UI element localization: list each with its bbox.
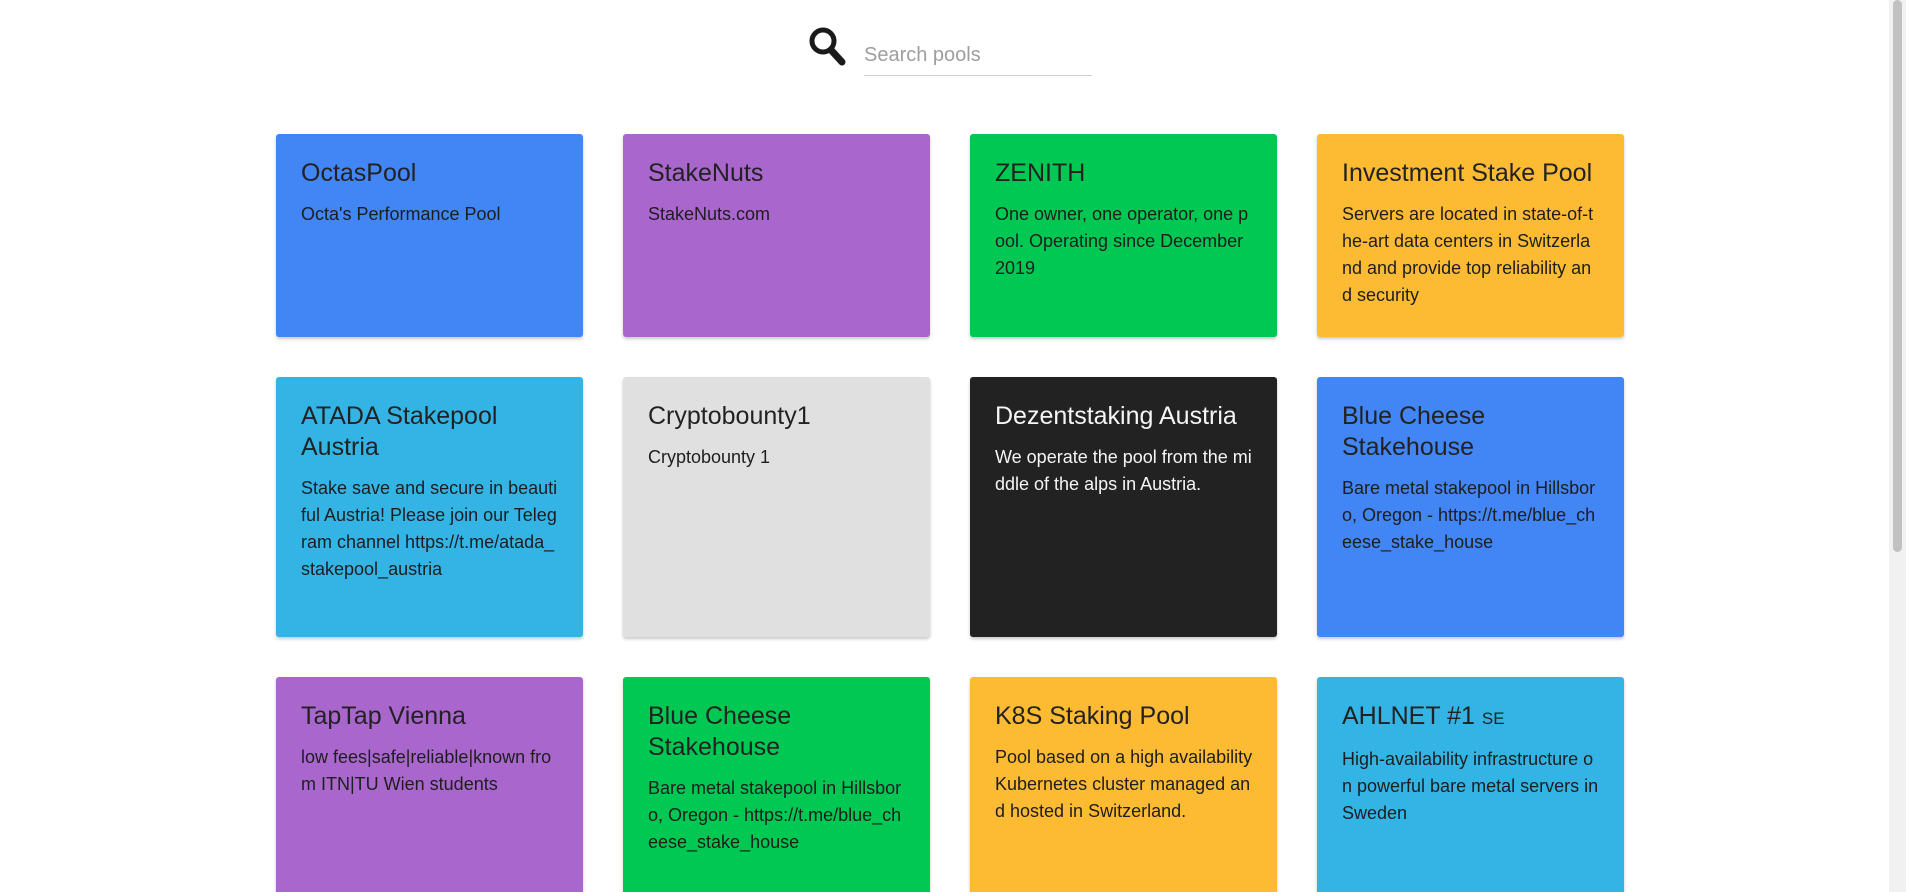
pool-description: Pool based on a high availability Kubern… (995, 747, 1253, 821)
pool-description: Servers are located in state-of-the-art … (1342, 204, 1594, 305)
pool-description: High-availability infrastructure on powe… (1342, 749, 1599, 823)
scrollbar-thumb[interactable] (1893, 0, 1902, 552)
pool-description: We operate the pool from the middle of t… (995, 447, 1252, 494)
pool-grid: OctasPool Octa's Performance Pool StakeN… (276, 134, 1624, 892)
pool-description: Bare metal stakepool in Hillsboro, Orego… (1342, 478, 1596, 552)
pool-description: StakeNuts.com (648, 204, 771, 224)
pool-title: ATADA Stakepool Austria (301, 402, 498, 461)
pool-card[interactable]: StakeNuts StakeNuts.com (623, 134, 930, 337)
pool-description: Octa's Performance Pool (301, 204, 501, 224)
pool-title: Cryptobounty1 (648, 402, 811, 430)
pool-title: ZENITH (995, 159, 1086, 187)
pool-card[interactable]: ATADA Stakepool Austria Stake save and s… (276, 377, 583, 637)
pool-title: TapTap Vienna (301, 702, 466, 730)
pool-title: OctasPool (301, 159, 417, 187)
pool-title: Investment Stake Pool (1342, 159, 1593, 187)
country-code: SE (1481, 709, 1505, 728)
pool-card[interactable]: Cryptobounty1 Cryptobounty 1 (623, 377, 930, 637)
pool-card[interactable]: ZENITH One owner, one operator, one pool… (970, 134, 1277, 337)
pool-title: Blue Cheese Stakehouse (648, 702, 792, 761)
pool-card[interactable]: OctasPool Octa's Performance Pool (276, 134, 583, 337)
page: OctasPool Octa's Performance Pool StakeN… (0, 0, 1906, 892)
pool-card[interactable]: TapTap Vienna low fees|safe|reliable|kno… (276, 677, 583, 892)
pool-title: K8S Staking Pool (995, 702, 1190, 730)
pool-card[interactable]: Blue Cheese Stakehouse Bare metal stakep… (623, 677, 930, 892)
pool-card[interactable]: Blue Cheese Stakehouse Bare metal stakep… (1317, 377, 1624, 637)
pool-description: low fees|safe|reliable|known from ITN|TU… (301, 747, 552, 794)
pool-description: One owner, one operator, one pool. Opera… (995, 204, 1249, 278)
search-icon[interactable] (808, 26, 846, 66)
pool-description: Cryptobounty 1 (648, 447, 771, 467)
pool-card[interactable]: AHLNET #1 SE High-availability infrastru… (1317, 677, 1624, 892)
pool-title: AHLNET #1 SE (1342, 702, 1505, 730)
pool-description: Bare metal stakepool in Hillsboro, Orego… (648, 778, 902, 852)
search-input[interactable] (864, 40, 1092, 76)
scrollbar[interactable] (1889, 0, 1906, 892)
pool-title: StakeNuts (648, 159, 764, 187)
pool-title: Dezentstaking Austria (995, 402, 1237, 430)
pool-card[interactable]: Investment Stake Pool Servers are locate… (1317, 134, 1624, 337)
search-bar (808, 24, 1092, 76)
pool-description: Stake save and secure in beautiful Austr… (301, 478, 558, 579)
pool-title: Blue Cheese Stakehouse (1342, 402, 1486, 461)
pool-card[interactable]: K8S Staking Pool Pool based on a high av… (970, 677, 1277, 892)
pool-card[interactable]: Dezentstaking Austria We operate the poo… (970, 377, 1277, 637)
